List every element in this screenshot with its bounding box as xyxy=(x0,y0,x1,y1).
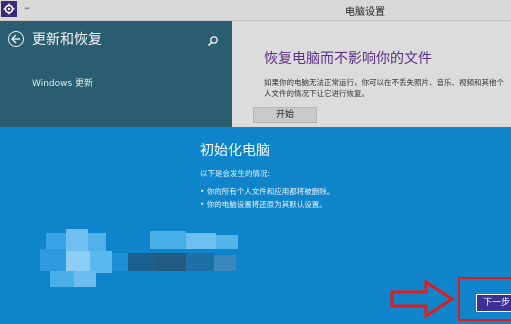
next-button[interactable]: 下一步 xyxy=(476,294,511,312)
pixelated-region xyxy=(40,227,250,291)
content-pane: 恢复电脑而不影响你的文件 如果你的电脑无法正常运行，你可以在不丢失照片、音乐、视… xyxy=(232,21,511,131)
settings-gear-icon xyxy=(1,1,17,17)
pc-settings-window: – 电脑设置 更新和恢复 Windows 更新 恢复电脑而不影响你的文件 如果你… xyxy=(0,0,511,324)
title-bar: – 电脑设置 xyxy=(0,0,511,21)
reset-dialog: 初始化电脑 以下是会发生的情况: • 你的所有个人文件和应用都将被删除。 • 你… xyxy=(0,127,511,324)
dialog-title: 初始化电脑 xyxy=(200,143,270,159)
search-icon[interactable] xyxy=(206,33,220,47)
bullet-item: • 你的所有个人文件和应用都将被删除。 xyxy=(200,187,335,196)
back-arrow-icon[interactable] xyxy=(8,31,24,47)
nav-item-windows-update[interactable]: Windows 更新 xyxy=(32,76,93,89)
minimize-button[interactable]: – xyxy=(20,2,34,16)
dialog-intro: 以下是会发生的情况: xyxy=(200,169,271,178)
right-arrow-icon xyxy=(390,279,455,319)
window-title: 电脑设置 xyxy=(345,7,385,18)
nav-title: 更新和恢复 xyxy=(32,32,102,48)
section-description: 如果你的电脑无法正常运行，你可以在不丢失照片、音乐、视频和其他个人文件的情况下让… xyxy=(264,78,504,98)
bullet-list: • 你的所有个人文件和应用都将被删除。 • 你的电脑设置将还原为其默认设置。 xyxy=(200,185,480,211)
bullet-item: • 你的电脑设置将还原为其默认设置。 xyxy=(200,200,327,209)
section-heading: 恢复电脑而不影响你的文件 xyxy=(264,51,432,67)
start-button[interactable]: 开始 xyxy=(253,107,317,123)
